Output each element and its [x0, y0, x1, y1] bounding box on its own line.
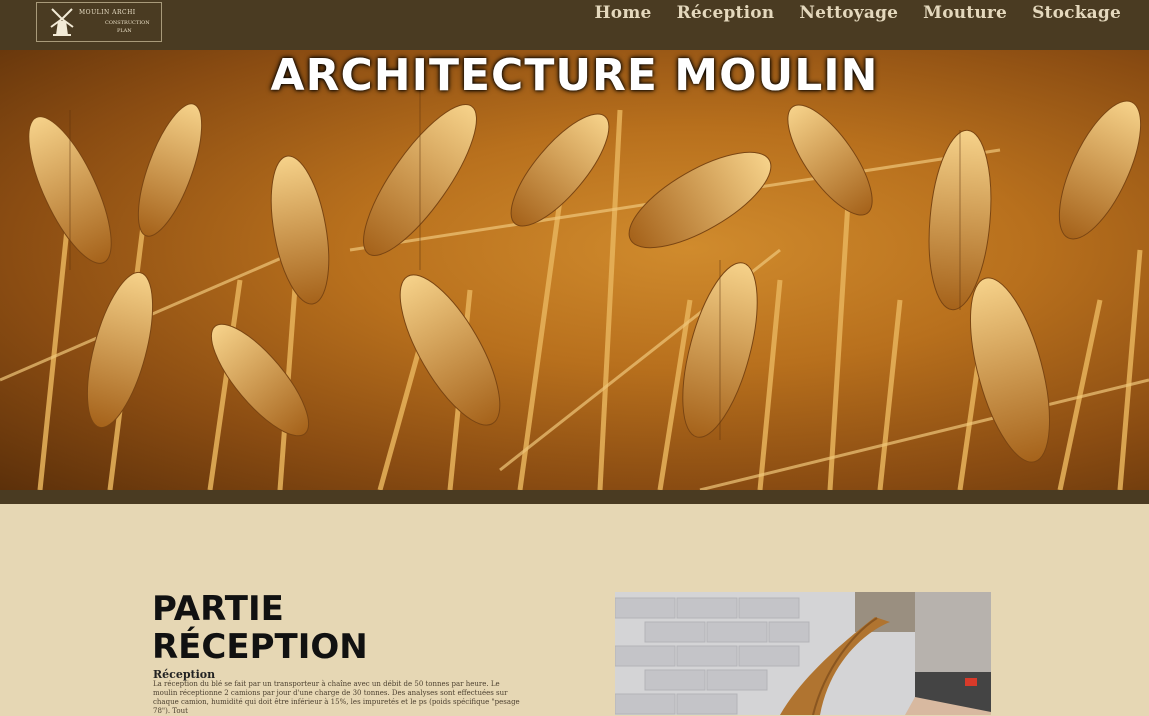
section-paragraph: La réception du blé se fait par un trans… [153, 680, 520, 715]
top-navigation-bar: MOULIN ARCHI CONSTRUCTION PLAN Home Réce… [0, 0, 1149, 50]
divider-band [0, 490, 1149, 504]
nav-link-nettoyage[interactable]: Nettoyage [799, 3, 898, 23]
grain-pouring-photo [615, 592, 991, 715]
section-heading: PARTIE RÉCEPTION [152, 590, 368, 666]
windmill-icon [50, 8, 74, 36]
hero-title: ARCHITECTURE MOULIN [270, 50, 879, 101]
section-heading-line2: RÉCEPTION [152, 627, 368, 667]
main-nav: Home Réception Nettoyage Mouture Stockag… [595, 3, 1121, 23]
wheat-field-image [0, 90, 1149, 490]
nav-link-mouture[interactable]: Mouture [923, 3, 1007, 23]
logo-text-sub: CONSTRUCTION [105, 20, 150, 26]
site-logo[interactable]: MOULIN ARCHI CONSTRUCTION PLAN [36, 2, 162, 42]
nav-link-reception[interactable]: Réception [677, 3, 775, 23]
grain-photo-image [615, 592, 991, 715]
logo-text-sub2: PLAN [117, 28, 132, 34]
logo-text-main: MOULIN ARCHI [79, 9, 136, 16]
nav-link-stockage[interactable]: Stockage [1032, 3, 1121, 23]
hero-banner: ARCHITECTURE MOULIN [0, 50, 1149, 490]
section-heading-line1: PARTIE [152, 589, 284, 629]
nav-link-home[interactable]: Home [595, 3, 652, 23]
